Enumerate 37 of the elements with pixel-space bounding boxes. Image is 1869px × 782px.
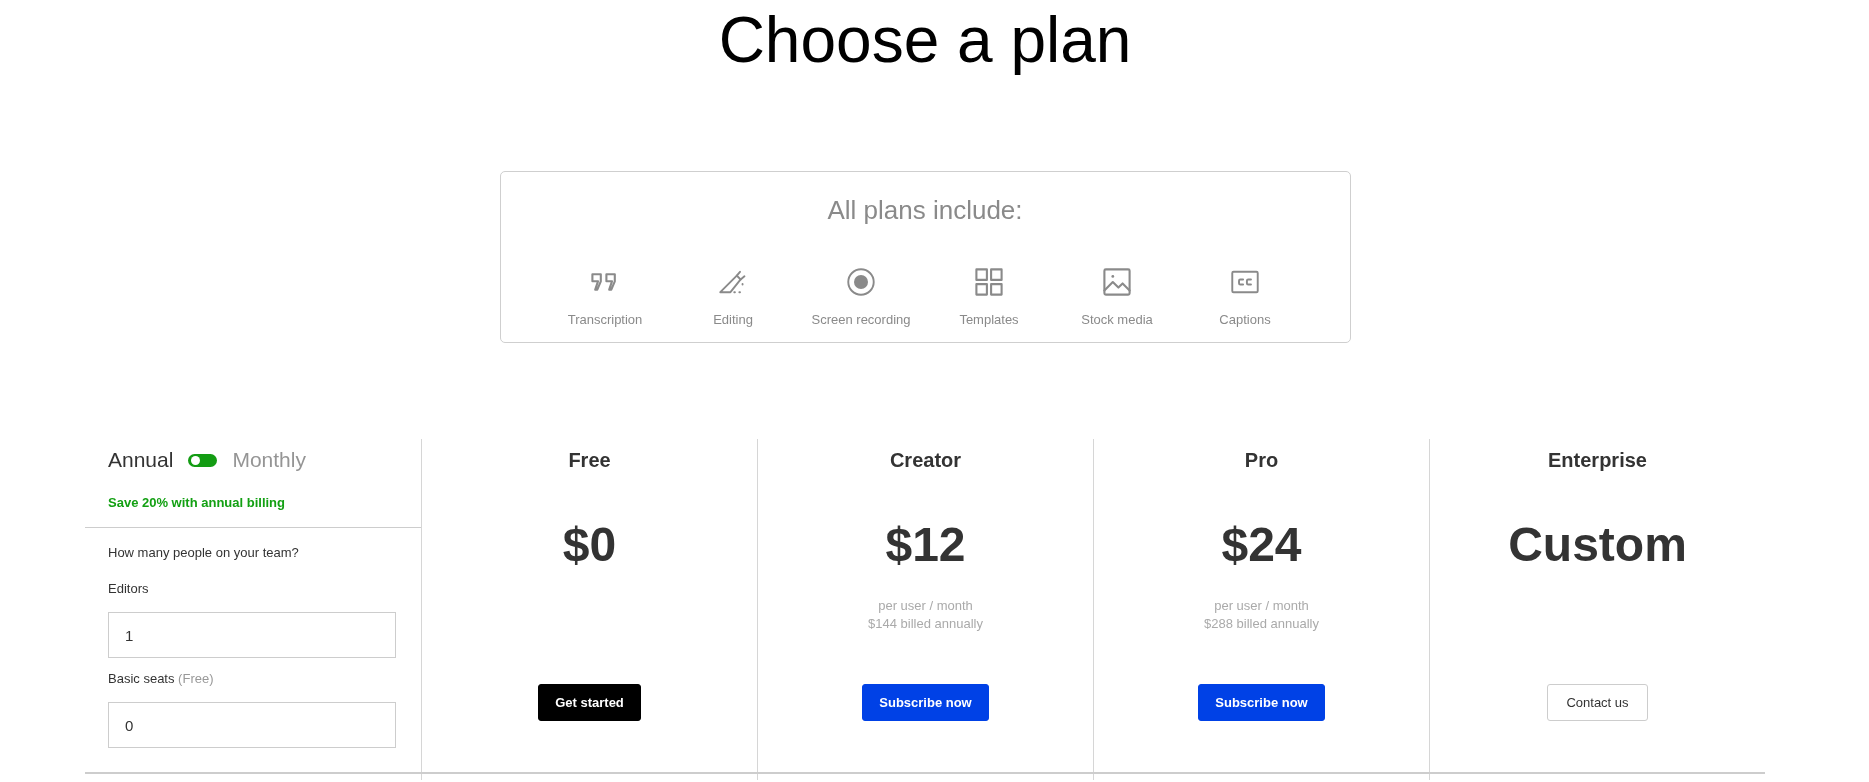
number-input[interactable]: 1 <box>108 612 396 658</box>
field-label: Basic seats (Free) <box>108 670 215 688</box>
plan-price: $12 <box>885 517 966 573</box>
plan-price: Custom <box>1508 517 1687 573</box>
closed-captions-icon <box>1231 268 1259 296</box>
plan-button[interactable]: Subscribe now <box>862 684 989 721</box>
price-note: $144 billed annually <box>868 615 983 633</box>
plan-name: Creator <box>889 448 962 472</box>
pencil-icon <box>719 268 747 296</box>
toggle-switch[interactable] <box>188 453 218 467</box>
team-question: How many people on your team? <box>108 544 300 562</box>
price-note: per user / month <box>878 597 973 615</box>
billing-option[interactable]: Annual <box>108 447 174 473</box>
page-title: Choose a plan <box>718 3 1132 78</box>
plan-name: Enterprise <box>1548 448 1647 472</box>
savings-note: Save 20% with annual billing <box>108 494 286 512</box>
feature-label: Templates <box>959 311 1019 329</box>
price-note: per user / month <box>1214 597 1309 615</box>
number-input[interactable]: 0 <box>108 702 396 748</box>
feature-label: Screen recording <box>811 311 911 329</box>
price-note: $288 billed annually <box>1204 615 1319 633</box>
feature-label: Editing <box>713 311 753 329</box>
field-label: Editors <box>108 580 150 598</box>
plan-button[interactable]: Subscribe now <box>1198 684 1325 721</box>
plan-price: $24 <box>1221 517 1302 573</box>
image-icon <box>1103 268 1131 296</box>
features-heading: All plans include: <box>827 194 1023 226</box>
grid-icon <box>975 268 1003 296</box>
feature-label: Captions <box>1219 311 1271 329</box>
plan-name: Free <box>568 448 611 472</box>
plan-name: Pro <box>1244 448 1279 472</box>
feature-label: Stock media <box>1081 311 1153 329</box>
plan-button[interactable]: Get started <box>538 684 641 721</box>
record-icon <box>847 268 875 296</box>
plan-price: $0 <box>562 517 617 573</box>
feature-label: Transcription <box>567 311 643 329</box>
plan-button[interactable]: Contact us <box>1547 684 1648 721</box>
